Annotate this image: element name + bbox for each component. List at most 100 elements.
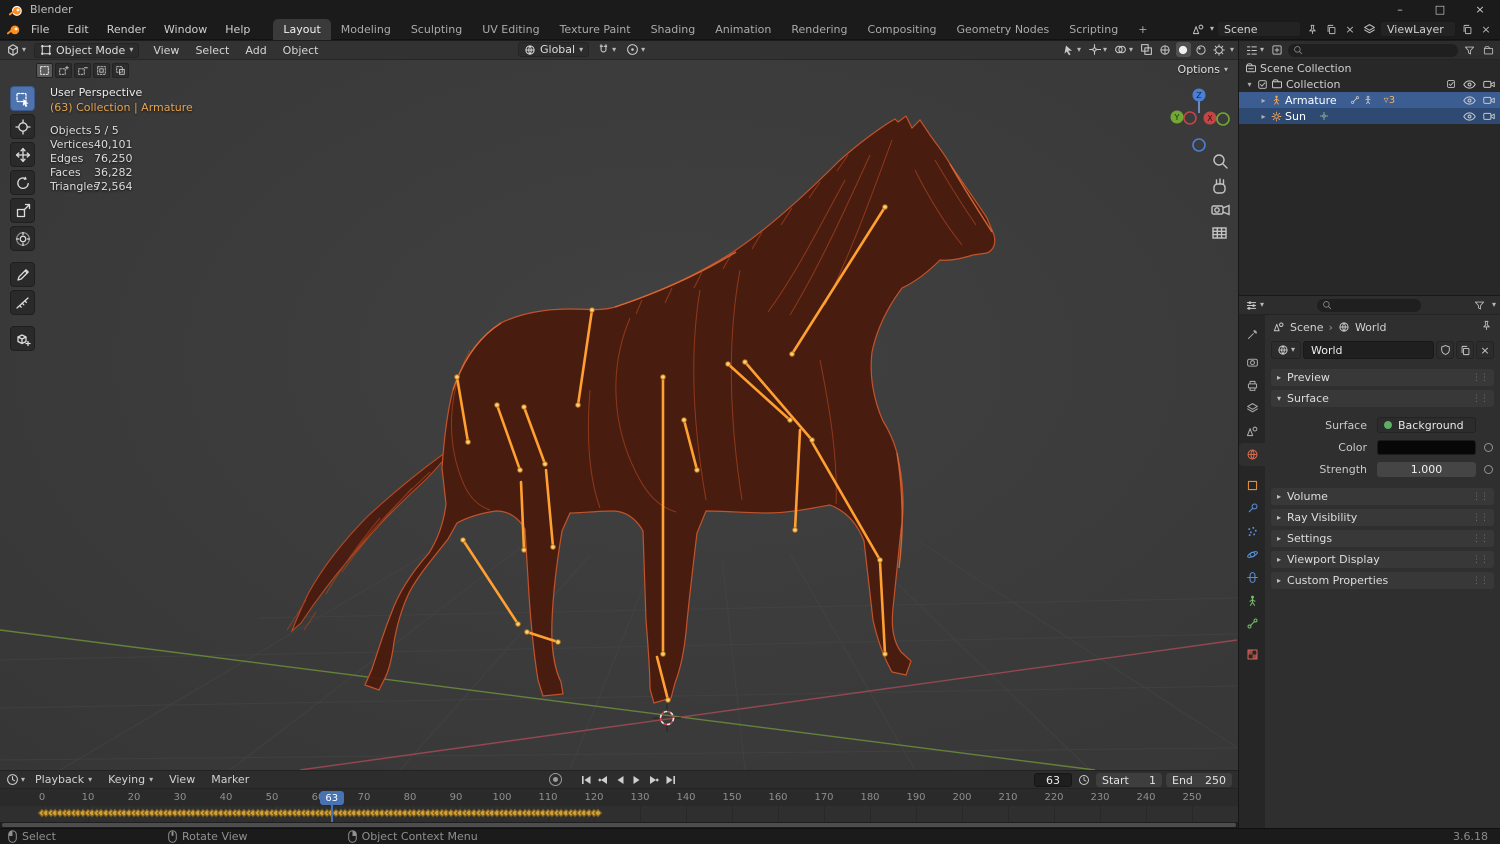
breadcrumb-scene[interactable]: Scene [1290, 321, 1324, 334]
menu-render[interactable]: Render [98, 19, 155, 40]
select-mode-intersect[interactable] [112, 63, 129, 78]
view-layer-name-field[interactable]: ViewLayer [1380, 21, 1456, 37]
gizmo-y-neg-axis[interactable] [1216, 112, 1230, 126]
workspace-tab-scripting[interactable]: Scripting [1059, 19, 1128, 40]
auto-key-button[interactable] [549, 773, 562, 786]
tool-select-box[interactable] [10, 86, 35, 111]
xray-toggle[interactable] [1138, 42, 1155, 57]
timeline-menu-keying[interactable]: Keying ▾ [100, 773, 161, 786]
tool-measure[interactable] [10, 290, 35, 315]
scene-pin-icon[interactable] [1304, 21, 1320, 37]
outliner-editor-type-button[interactable]: ▾ [1243, 43, 1266, 58]
scene-new-icon[interactable] [1323, 21, 1339, 37]
viewport-menu-add[interactable]: Add [237, 44, 274, 57]
current-frame-field[interactable]: 63 [1034, 773, 1072, 787]
shading-wireframe-button[interactable] [1158, 42, 1173, 57]
frame-end-field[interactable]: End 250 [1166, 773, 1232, 787]
play-reverse-button[interactable] [612, 773, 628, 787]
zoom-icon[interactable] [1213, 154, 1228, 169]
properties-tab-scene[interactable] [1239, 420, 1265, 443]
properties-tab-constraints[interactable] [1239, 566, 1265, 589]
hide-eye-icon[interactable] [1463, 79, 1476, 89]
view-layer-new-icon[interactable] [1459, 21, 1475, 37]
tool-rotate[interactable] [10, 170, 35, 195]
gizmo-x-neg-axis[interactable] [1183, 111, 1197, 125]
collection-checkbox[interactable] [1257, 79, 1268, 90]
properties-tab-texture[interactable] [1239, 643, 1265, 666]
panel-custom-properties[interactable]: ▸ Custom Properties ⋮⋮ [1271, 572, 1494, 589]
pan-hand-icon[interactable] [1213, 178, 1226, 194]
mode-dropdown[interactable]: Object Mode ▾ [34, 42, 140, 58]
play-button[interactable] [629, 773, 645, 787]
collection-disclosure[interactable]: ▾ [1245, 80, 1254, 89]
world-browse-button[interactable]: ▾ [1271, 341, 1301, 359]
workspace-tab-shading[interactable]: Shading [641, 19, 706, 40]
maximize-button[interactable]: □ [1420, 0, 1460, 19]
timeline-editor-type-button[interactable]: ▾ [4, 772, 27, 787]
horse-mesh[interactable] [286, 115, 996, 704]
timeline-ruler[interactable]: 63 0 10 20 30 40 50 60 70 80 90 100 110 120 130 140 150… [0, 788, 1238, 806]
workspace-tab-uv-editing[interactable]: UV Editing [472, 19, 549, 40]
properties-tab-world[interactable] [1239, 443, 1265, 466]
transform-orientation-dropdown[interactable]: Global ▾ [518, 42, 590, 57]
navigation-gizmo[interactable]: Z Y X [1170, 88, 1230, 152]
select-mode-invert[interactable] [93, 63, 110, 78]
select-mode-new[interactable] [36, 63, 53, 78]
add-workspace-button[interactable]: + [1128, 19, 1157, 40]
menu-window[interactable]: Window [155, 19, 216, 40]
disable-render-camera-icon[interactable] [1483, 111, 1495, 121]
panel-preview[interactable]: ▸ Preview ⋮⋮ [1271, 369, 1494, 386]
gizmos-dropdown[interactable]: ▾ [1086, 42, 1109, 57]
surface-shader-dropdown[interactable]: Background [1377, 417, 1476, 433]
properties-editor-type-button[interactable]: ▾ [1243, 298, 1266, 313]
tool-cursor[interactable] [10, 114, 35, 139]
keying-set-clock-icon[interactable] [1076, 773, 1092, 787]
proportional-editing-icon[interactable]: ▾ [624, 42, 647, 57]
overlays-dropdown[interactable]: ▾ [1112, 42, 1135, 57]
panel-settings[interactable]: ▸ Settings ⋮⋮ [1271, 530, 1494, 547]
pin-icon[interactable] [1481, 320, 1492, 334]
viewport-menu-select[interactable]: Select [187, 44, 237, 57]
sun-disclosure[interactable]: ▸ [1259, 112, 1268, 121]
select-mode-extend[interactable] [55, 63, 72, 78]
properties-tab-render[interactable] [1239, 351, 1265, 374]
scene-browse-icon[interactable] [1191, 21, 1207, 37]
options-button[interactable]: Options ▾ [1178, 63, 1228, 76]
camera-view-icon[interactable] [1211, 204, 1230, 216]
panel-volume[interactable]: ▸ Volume ⋮⋮ [1271, 488, 1494, 505]
properties-tab-output[interactable] [1239, 374, 1265, 397]
outliner-filter-mode-icon[interactable] [1269, 42, 1285, 58]
workspace-tab-texture-paint[interactable]: Texture Paint [550, 19, 641, 40]
timeline-menu-marker[interactable]: Marker [203, 773, 257, 786]
view-layer-remove-icon[interactable]: × [1478, 21, 1494, 37]
workspace-tab-rendering[interactable]: Rendering [781, 19, 857, 40]
disable-render-camera-icon[interactable] [1483, 95, 1495, 105]
properties-filter-icon[interactable] [1472, 297, 1488, 313]
shading-solid-button[interactable] [1175, 42, 1191, 57]
timeline-menu-view[interactable]: View [161, 773, 203, 786]
outliner-row-scene-collection[interactable]: Scene Collection [1239, 60, 1500, 76]
current-frame-badge[interactable]: 63 [319, 791, 344, 805]
close-button[interactable]: × [1460, 0, 1500, 19]
properties-tab-tool[interactable] [1239, 323, 1265, 346]
jump-to-start-button[interactable] [578, 773, 594, 787]
timeline-menu-playback[interactable]: Playback ▾ [27, 773, 100, 786]
outliner-row-armature[interactable]: ▸ Armature ▿3 [1239, 92, 1500, 108]
selectability-dropdown[interactable]: ▾ [1061, 42, 1083, 57]
panel-viewport-display[interactable]: ▸ Viewport Display ⋮⋮ [1271, 551, 1494, 568]
fake-user-shield-icon[interactable] [1436, 341, 1454, 359]
disable-render-camera-icon[interactable] [1483, 79, 1495, 89]
new-collection-icon[interactable] [1480, 42, 1496, 58]
blender-menu-icon[interactable] [6, 21, 22, 37]
properties-tab-view-layer[interactable] [1239, 397, 1265, 420]
unlink-datablock-icon[interactable]: × [1476, 341, 1494, 359]
viewport-menu-view[interactable]: View [145, 44, 187, 57]
menu-help[interactable]: Help [216, 19, 259, 40]
viewport-menu-object[interactable]: Object [275, 44, 327, 57]
snapping-magnet-icon[interactable]: ▾ [595, 42, 618, 57]
tool-move[interactable] [10, 142, 35, 167]
jump-to-end-button[interactable] [663, 773, 679, 787]
properties-tab-particles[interactable] [1239, 520, 1265, 543]
workspace-tab-compositing[interactable]: Compositing [858, 19, 947, 40]
editor-type-button[interactable]: ▾ [4, 43, 28, 58]
